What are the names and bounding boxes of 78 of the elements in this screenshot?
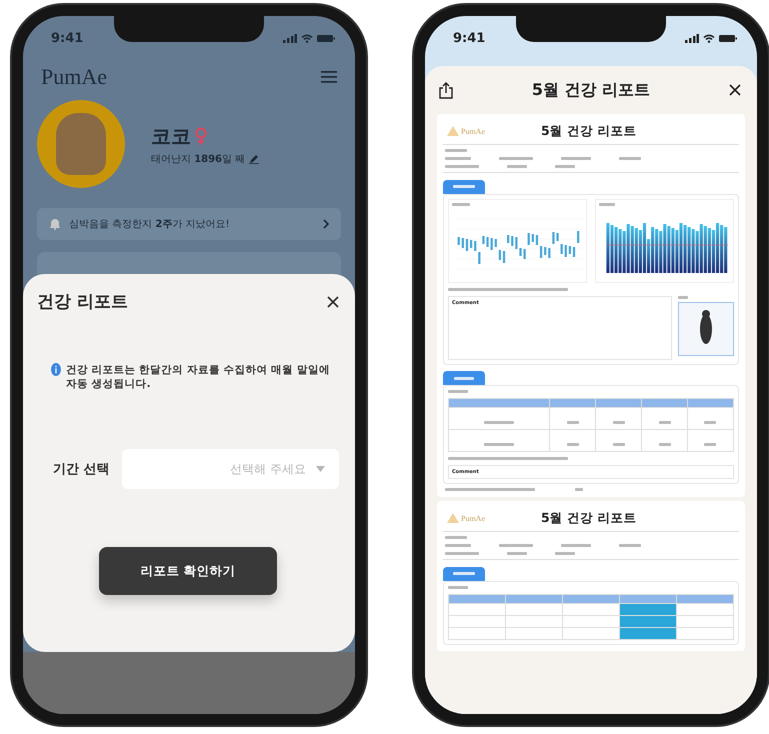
blurred-text <box>612 421 625 424</box>
triangle-logo-icon <box>447 126 459 136</box>
blurred-text <box>484 443 514 446</box>
report-logo-text: PumAe <box>461 126 485 136</box>
blurred-text <box>561 544 591 547</box>
blurred-text <box>566 421 579 424</box>
share-icon <box>439 82 453 98</box>
wifi-icon <box>703 34 715 42</box>
pet-name: 코코 <box>151 122 191 150</box>
blurred-text <box>448 390 468 393</box>
report-logo-text: PumAe <box>461 514 485 522</box>
close-icon <box>729 84 741 96</box>
notice-text: 심박음을 측정한지 2주가 지났어요! <box>69 218 231 231</box>
sheet-title: 건강 리포트 <box>37 291 128 313</box>
blurred-text <box>619 544 641 547</box>
blurred-text <box>445 165 479 168</box>
notice-banner[interactable]: 심박음을 측정한지 2주가 지났어요! <box>37 208 341 240</box>
blurred-text <box>599 202 615 206</box>
status-time: 9:41 <box>453 30 486 46</box>
section-tab[interactable] <box>443 566 485 580</box>
blurred-text <box>445 544 471 547</box>
battery-icon <box>317 34 335 42</box>
view-report-button[interactable]: 리포트 확인하기 <box>99 547 277 595</box>
close-icon <box>327 296 339 308</box>
blurred-text <box>499 157 533 160</box>
period-select[interactable]: 선택해 주세요 <box>122 449 339 489</box>
blurred-text <box>704 443 716 446</box>
section-tab[interactable] <box>443 371 485 385</box>
blurred-text <box>445 157 471 160</box>
report-title: 5월 건강 리포트 <box>532 80 650 100</box>
chevron-right-icon <box>323 219 329 229</box>
blurred-text <box>445 536 467 539</box>
blurred-text <box>658 443 670 446</box>
blurred-text <box>658 421 670 424</box>
blurred-text <box>499 544 533 547</box>
blurred-text <box>704 421 716 424</box>
section-tab[interactable] <box>443 180 485 194</box>
blurred-text <box>507 552 527 555</box>
blurred-text <box>448 586 468 588</box>
page-title: 5월 건강 리포트 <box>541 122 636 140</box>
signal-icon <box>283 34 297 42</box>
app-logo: PumAe <box>41 64 107 90</box>
pencil-icon <box>249 154 260 164</box>
menu-button[interactable] <box>321 71 337 83</box>
pet-age-text: 태어난지 1896일 째 <box>151 152 246 166</box>
page-title: 5월 건강 리포트 <box>541 510 636 526</box>
blurred-text <box>561 157 591 160</box>
blurred-text <box>575 488 583 491</box>
blurred-text <box>555 552 575 555</box>
blurred-text <box>678 296 688 298</box>
status-time: 9:41 <box>51 30 84 46</box>
blurred-text <box>453 572 475 575</box>
blurred-text <box>453 185 475 188</box>
menu-icon <box>321 71 337 83</box>
info-text: 건강 리포트는 한달간의 자료를 수집하여 매월 말일에 자동 생성됩니다. <box>66 363 331 391</box>
blurred-text <box>507 165 527 168</box>
bell-icon <box>49 218 61 230</box>
close-button[interactable] <box>327 296 339 308</box>
wifi-icon <box>301 34 313 42</box>
blurred-text <box>452 202 470 206</box>
blurred-text <box>566 443 579 446</box>
female-symbol-icon <box>195 127 207 145</box>
share-button[interactable] <box>439 82 453 98</box>
battery-icon <box>719 34 737 42</box>
blurred-text <box>445 149 467 152</box>
blurred-text <box>619 157 641 160</box>
period-label: 기간 선택 <box>53 461 110 478</box>
edit-button[interactable] <box>249 154 260 164</box>
blurred-text <box>612 443 625 446</box>
blurred-text <box>454 376 474 380</box>
caret-down-icon <box>316 466 325 472</box>
close-button[interactable] <box>729 84 741 96</box>
blurred-text <box>484 421 514 424</box>
blurred-text <box>555 165 575 168</box>
triangle-logo-icon <box>447 513 459 523</box>
signal-icon <box>685 34 699 42</box>
info-icon <box>51 363 61 376</box>
blurred-text <box>445 552 479 555</box>
